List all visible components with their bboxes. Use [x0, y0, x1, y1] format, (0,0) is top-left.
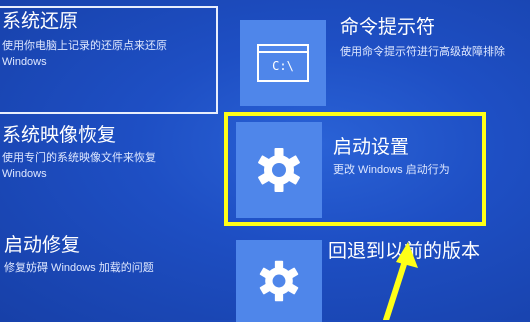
highlight-box [224, 112, 486, 226]
system-image-option[interactable]: 系统映像恢复 使用专门的系统映像文件来恢复 Windows [2, 124, 156, 182]
terminal-icon: C:\ [257, 44, 309, 82]
startup-repair-title: 启动修复 [4, 235, 81, 256]
system-restore-desc-line2: Windows [2, 56, 47, 68]
system-image-title: 系统映像恢复 [2, 125, 117, 146]
command-prompt-option[interactable]: 命令提示符 使用命令提示符进行高级故障排除 [340, 16, 505, 60]
system-image-desc-line2: Windows [2, 168, 47, 180]
system-image-desc-line1: 使用专门的系统映像文件来恢复 [2, 152, 156, 164]
command-prompt-desc: 使用命令提示符进行高级故障排除 [340, 46, 505, 58]
startup-repair-desc: 修复妨碍 Windows 加载的问题 [4, 262, 154, 274]
system-restore-title: 系统还原 [2, 11, 79, 32]
command-prompt-tile[interactable]: C:\ [240, 20, 326, 106]
startup-repair-option[interactable]: 启动修复 修复妨碍 Windows 加载的问题 [4, 234, 154, 276]
system-restore-desc-line1: 使用你电脑上记录的还原点来还原 [2, 40, 167, 52]
arrow-annotation [383, 242, 418, 320]
gear-icon [259, 260, 299, 302]
system-restore-option[interactable]: 系统还原 使用你电脑上记录的还原点来还原 Windows [2, 10, 167, 70]
command-prompt-title: 命令提示符 [340, 17, 436, 38]
go-back-tile[interactable] [236, 240, 322, 322]
